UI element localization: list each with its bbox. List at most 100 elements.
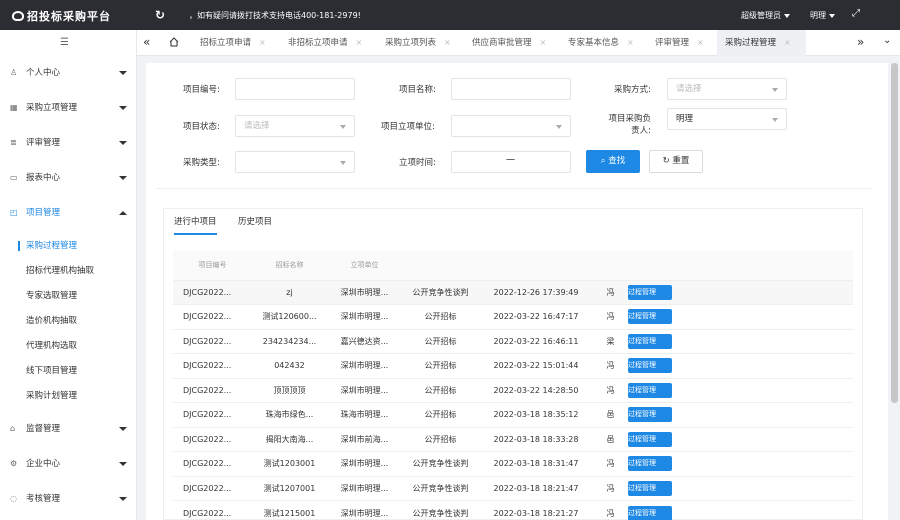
close-icon[interactable]: × [697,38,704,47]
search-button[interactable]: ⌕ 查找 [586,150,640,173]
chevron-down-icon[interactable]: ⌄ [883,35,891,46]
home-icon[interactable] [169,37,179,47]
purchase-type-select[interactable] [235,151,355,173]
chevron-down-icon [772,118,778,122]
process-manage-button[interactable]: 过程管理 [628,309,672,325]
chevron-down-icon [556,125,562,129]
col-header[interactable]: 项目编号 [173,250,252,280]
tab-label: 招标立项申请 [200,38,252,48]
cell-action: 过程管理 [628,377,853,403]
col-header[interactable]: 立项单位 [327,250,402,280]
menu-collapse-icon[interactable]: ☰ [60,37,69,48]
scroll-left-icon[interactable]: « [143,35,150,49]
close-icon[interactable]: × [259,38,266,47]
reset-button[interactable]: ↻ 重置 [649,150,703,173]
sidebar-subitem-expert-selection[interactable]: 专家选取管理 [0,286,137,306]
tab-expert-info[interactable]: 专家基本信息 × [568,30,634,56]
chevron-down-icon [784,13,790,18]
close-icon[interactable]: × [540,38,547,47]
close-icon[interactable]: × [784,38,791,47]
user-role-dropdown[interactable]: 超级管理员 [741,10,790,21]
purchase-method-select[interactable]: 请选择 [667,78,787,100]
cell-bid-name: 揭阳大南海... [252,426,327,452]
cell-person: 梁 [593,328,628,354]
tab-bid-application[interactable]: 招标立项申请 × [200,30,266,56]
sidebar-subitem-cost-agency-draw[interactable]: 造价机构抽取 [0,311,137,331]
chevron-down-icon [119,497,127,501]
cell-action: 过程管理 [628,426,853,452]
table-row[interactable]: DJCG2022... 测试1203001 深圳市明理... 公开竞争性谈判 2… [173,451,853,476]
project-status-select[interactable]: 请选择 [235,115,355,137]
chevron-down-icon [340,125,346,129]
sidebar-subitem-offline-projects[interactable]: 线下项目管理 [0,361,137,381]
tab-history-projects[interactable]: 历史项目 [238,209,272,235]
purchase-owner-select[interactable]: 明理 [667,108,787,130]
tab-label: 采购过程管理 [725,38,777,48]
table-row[interactable]: DJCG2022... 珠海市绿色... 珠海市明理... 公开招标 2022-… [173,402,853,427]
cell-project-no: DJCG2022... [173,451,252,476]
tab-non-bid-application[interactable]: 非招标立项申请 × [288,30,362,56]
cell-bid-name: 234234234... [252,328,327,354]
tab-procurement-list[interactable]: 采购立项列表 × [385,30,451,56]
close-icon[interactable]: × [356,38,363,47]
project-name-input[interactable] [451,78,571,100]
table-row[interactable]: DJCG2022... 顶顶顶顶 深圳市明理... 公开招标 2022-03-2… [173,377,853,403]
table-row[interactable]: DJCG2022... zj 深圳市明理... 公开竞争性谈判 2022-12-… [173,279,853,305]
tab-supplier-approval[interactable]: 供应商审批管理 × [472,30,546,56]
support-notice: ，如有疑问请拨打技术支持电话400-181-2979! [189,11,361,20]
sidebar-item-procurement-setup[interactable]: ▦ 采购立项管理 [0,98,137,118]
cell-person: 冯 [593,475,628,501]
scroll-right-icon[interactable]: » [857,35,864,49]
sidebar-subitem-process-management[interactable]: 采购过程管理 [0,236,137,256]
project-no-input[interactable] [235,78,355,100]
col-header[interactable]: 招标名称 [252,250,327,280]
tab-review-management[interactable]: 评审管理 × [655,30,704,56]
cell-bid-name: zj [252,279,327,305]
table-row[interactable]: DJCG2022... 测试1207001 深圳市明理... 公开竞争性谈判 2… [173,475,853,501]
cell-time: 2022-03-18 18:21:27 [479,500,593,520]
tab-process-management[interactable]: 采购过程管理 × [717,30,806,56]
fullscreen-icon[interactable]: ⤢ [852,8,860,19]
cell-bid-name: 042432 [252,353,327,378]
tab-ongoing-projects[interactable]: 进行中项目 [174,209,217,235]
process-manage-button[interactable]: 过程管理 [628,358,672,374]
close-icon[interactable]: × [444,38,451,47]
chevron-down-icon [119,462,127,466]
process-manage-button[interactable]: 过程管理 [628,456,672,472]
close-icon[interactable]: × [627,38,634,47]
sidebar-subitem-agency-selection[interactable]: 代理机构选取 [0,336,137,356]
sidebar-subitem-agency-draw[interactable]: 招标代理机构抽取 [0,261,137,281]
col-header [593,250,628,280]
process-manage-button[interactable]: 过程管理 [628,480,672,496]
sidebar-item-report-center[interactable]: ▭ 报表中心 [0,168,137,188]
user-name-dropdown[interactable]: 明理 [810,10,835,21]
sidebar-item-label: 报表中心 [26,173,61,183]
refresh-icon[interactable]: ↻ [155,8,165,22]
project-unit-select[interactable] [451,115,571,137]
cell-action: 过程管理 [628,402,853,427]
process-manage-button[interactable]: 过程管理 [628,284,672,300]
user-role-label: 超级管理员 [741,11,781,20]
sidebar-item-project-management[interactable]: ◰ 项目管理 [0,203,137,223]
sidebar-item-label: 评审管理 [26,138,61,148]
page-scrollbar[interactable] [891,63,898,403]
sidebar-item-personal-center[interactable]: ♙ 个人中心 [0,63,137,83]
process-manage-button[interactable]: 过程管理 [628,431,672,447]
sidebar-subitem-procurement-plan[interactable]: 采购计划管理 [0,386,137,406]
table-row[interactable]: DJCG2022... 揭阳大南海... 深圳市前海... 公开招标 2022-… [173,426,853,452]
process-manage-button[interactable]: 过程管理 [628,407,672,423]
sidebar-item-review-management[interactable]: ≣ 评审管理 [0,133,137,153]
cell-project-no: DJCG2022... [173,426,252,452]
process-manage-button[interactable]: 过程管理 [628,505,672,520]
table-row[interactable]: DJCG2022... 测试1215001 深圳市明理... 公开竞争性谈判 2… [173,500,853,520]
sidebar-item-supervision[interactable]: ⌂ 监督管理 [0,419,137,439]
table-row[interactable]: DJCG2022... 测试120600... 深圳市明理... 公开招标 20… [173,304,853,329]
app-logo[interactable]: 招投标采购平台 [12,8,111,24]
chevron-down-icon [119,427,127,431]
sidebar-item-assessment[interactable]: ◌ 考核管理 [0,489,137,509]
table-row[interactable]: DJCG2022... 234234234... 嘉兴德达资... 公开招标 2… [173,328,853,354]
process-manage-button[interactable]: 过程管理 [628,333,672,349]
table-row[interactable]: DJCG2022... 042432 深圳市明理... 公开招标 2022-03… [173,353,853,378]
process-manage-button[interactable]: 过程管理 [628,382,672,398]
sidebar-item-enterprise-center[interactable]: ⚙ 企业中心 [0,454,137,474]
